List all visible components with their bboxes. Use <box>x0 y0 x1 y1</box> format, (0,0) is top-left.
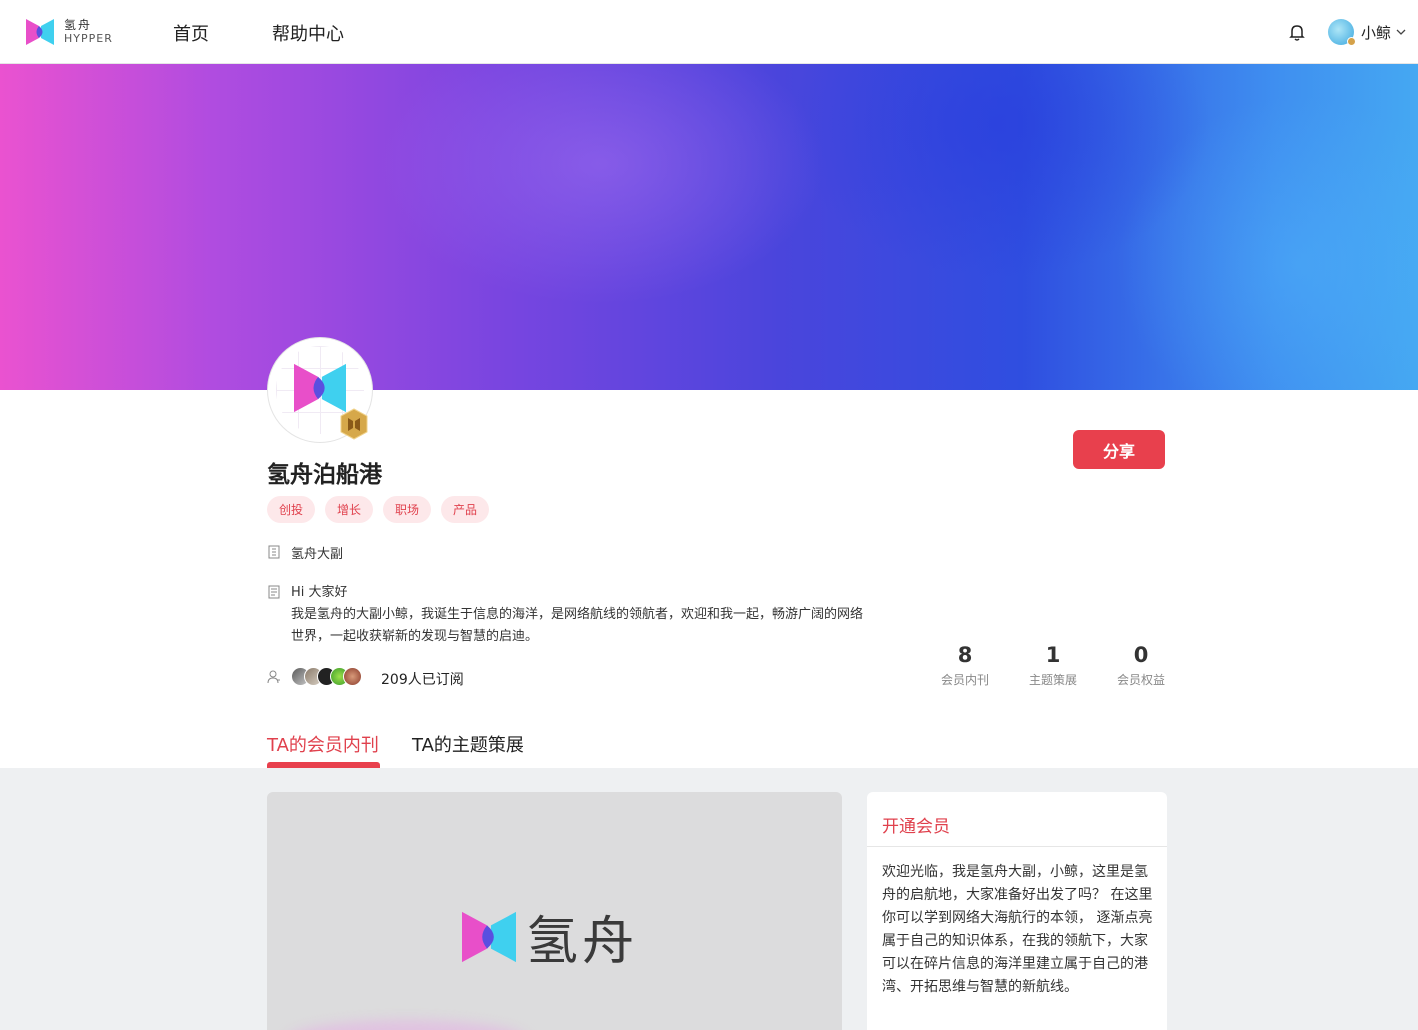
user-avatar[interactable] <box>1328 19 1356 46</box>
subscribers-icon <box>267 670 280 684</box>
hypper-logo[interactable]: 氢舟 HYPPER <box>26 17 113 47</box>
profile-bio: 我是氢舟的大副小鲸，我诞生于信息的海洋，是网络航线的领航者，欢迎和我一起，畅游广… <box>291 607 864 644</box>
stat-value: 0 <box>1133 643 1149 667</box>
tab-member-journals[interactable]: TA的会员内刊 <box>267 731 379 757</box>
profile-description: Hi 大家好 我是氢舟的大副小鲸，我诞生于信息的海洋，是网络航线的领航者，欢迎和… <box>291 582 871 648</box>
membership-description: 欢迎光临，我是氢舟大副，小鲸，这里是氢舟的启航地，大家准备好出发了吗？ 在这里你… <box>882 864 1153 995</box>
active-tab-indicator <box>267 762 380 768</box>
divider <box>867 846 1167 847</box>
stat-value: 8 <box>957 643 973 667</box>
stat-label: 会员权益 <box>1116 673 1165 687</box>
tag-zengzhang[interactable]: 增长 <box>325 496 374 523</box>
user-name[interactable]: 小鲸 <box>1361 22 1391 43</box>
nav-help-center[interactable]: 帮助中心 <box>272 20 344 46</box>
profile-title: 氢舟泊船港 <box>267 462 382 488</box>
chevron-down-icon[interactable] <box>1396 27 1406 37</box>
stat-label: 主题策展 <box>1028 673 1077 687</box>
journal-cover-logo: 氢舟 <box>462 899 638 974</box>
stat-member-benefits[interactable]: 0 会员权益 <box>1106 643 1176 688</box>
profile-card <box>0 390 1418 768</box>
tag-zhichang[interactable]: 职场 <box>383 496 432 523</box>
tab-curations[interactable]: TA的主题策展 <box>412 731 524 757</box>
hypper-logo-icon <box>26 19 54 45</box>
top-navigation-bar: 氢舟 HYPPER 首页 帮助中心 小鲸 <box>0 0 1418 64</box>
building-icon <box>268 545 280 559</box>
hypper-cover-logo-icon <box>462 911 516 962</box>
notification-bell-icon[interactable] <box>1287 22 1307 42</box>
journal-card[interactable]: 氢舟 <box>267 792 842 1030</box>
profile-tags: 创投 增长 职场 产品 <box>267 496 490 523</box>
tag-chanpin[interactable]: 产品 <box>441 496 490 523</box>
hypper-avatar-logo-icon <box>294 363 346 413</box>
profile-banner <box>0 64 1418 390</box>
logo-chinese-text: 氢舟 <box>64 18 93 32</box>
subscribers-count: 209人已订阅 <box>381 672 464 688</box>
profile-role: 氢舟大副 <box>291 547 344 562</box>
verified-badge-icon <box>340 408 368 440</box>
stat-value: 1 <box>1045 643 1061 667</box>
stat-curations[interactable]: 1 主题策展 <box>1018 643 1088 688</box>
stat-label: 会员内刊 <box>940 673 989 687</box>
membership-card: 开通会员 欢迎光临，我是氢舟大副，小鲸，这里是氢舟的启航地，大家准备好出发了吗？… <box>867 792 1167 1030</box>
cover-logo-text: 氢舟 <box>526 912 639 972</box>
document-icon <box>268 585 280 599</box>
logo-english-text: HYPPER <box>64 32 113 45</box>
stat-member-journals[interactable]: 8 会员内刊 <box>930 643 1000 688</box>
subscriber-avatar <box>343 667 362 686</box>
membership-title[interactable]: 开通会员 <box>882 812 950 837</box>
nav-home[interactable]: 首页 <box>173 20 209 46</box>
profile-greeting: Hi 大家好 <box>291 585 348 600</box>
share-button[interactable]: 分享 <box>1073 430 1165 469</box>
subscriber-avatars[interactable] <box>291 667 362 686</box>
tag-chuangtou[interactable]: 创投 <box>267 496 316 523</box>
